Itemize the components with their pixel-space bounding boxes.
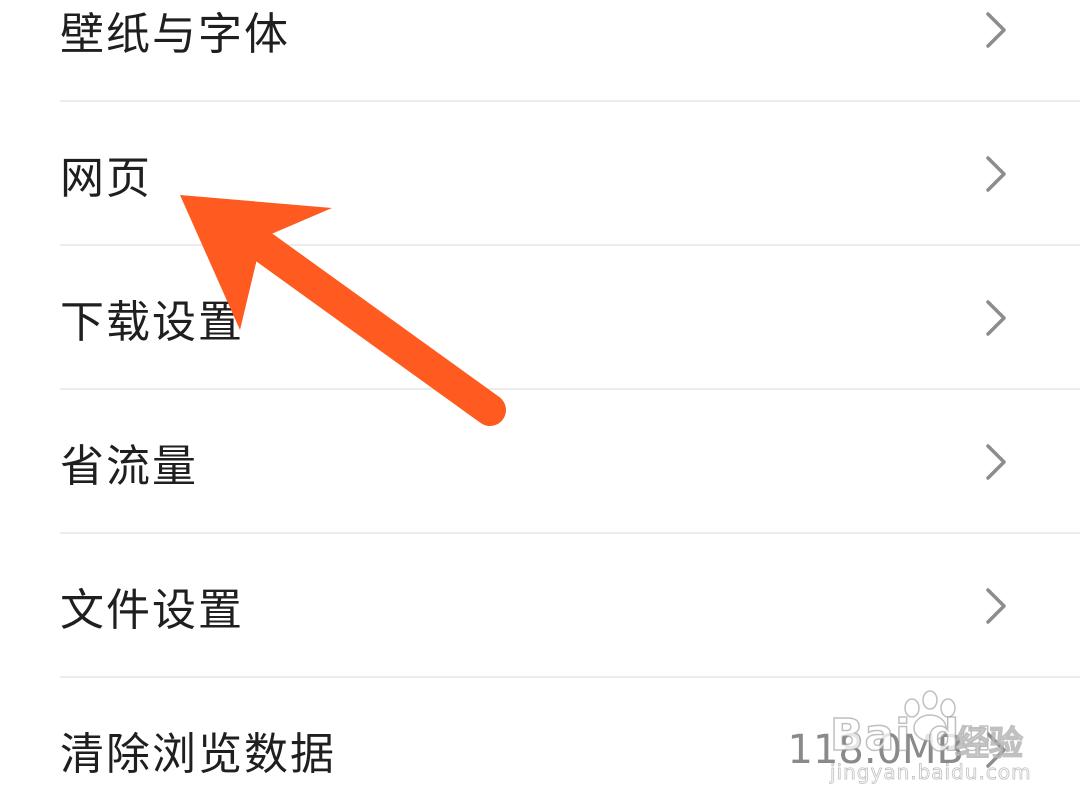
settings-item-label: 省流量: [60, 441, 198, 492]
settings-item-label: 壁纸与字体: [60, 9, 290, 60]
chevron-right-icon: [982, 10, 1010, 50]
chevron-right-icon: [982, 730, 1010, 770]
settings-item-label: 文件设置: [60, 585, 244, 636]
cache-size-value: 118.0MB: [787, 727, 964, 773]
settings-item-data-saver[interactable]: 省流量: [0, 390, 1080, 534]
chevron-right-icon: [982, 298, 1010, 338]
settings-item-file[interactable]: 文件设置: [0, 534, 1080, 678]
settings-item-label: 下载设置: [60, 297, 244, 348]
chevron-right-icon: [982, 154, 1010, 194]
chevron-right-icon: [982, 586, 1010, 626]
settings-item-clear-data[interactable]: 清除浏览数据 118.0MB: [0, 678, 1080, 810]
settings-item-download[interactable]: 下载设置: [0, 246, 1080, 390]
chevron-right-icon: [982, 442, 1010, 482]
settings-screen: 壁纸与字体 网页 下载设置 省流量 文件设置 清除浏览数据 118.0MB Ba…: [0, 0, 1080, 810]
settings-item-wallpaper-font[interactable]: 壁纸与字体: [0, 0, 1080, 102]
settings-list: 壁纸与字体 网页 下载设置 省流量 文件设置 清除浏览数据 118.0MB: [0, 0, 1080, 810]
settings-item-label: 清除浏览数据: [60, 729, 336, 780]
settings-item-label: 网页: [60, 153, 152, 204]
settings-item-webpage[interactable]: 网页: [0, 102, 1080, 246]
